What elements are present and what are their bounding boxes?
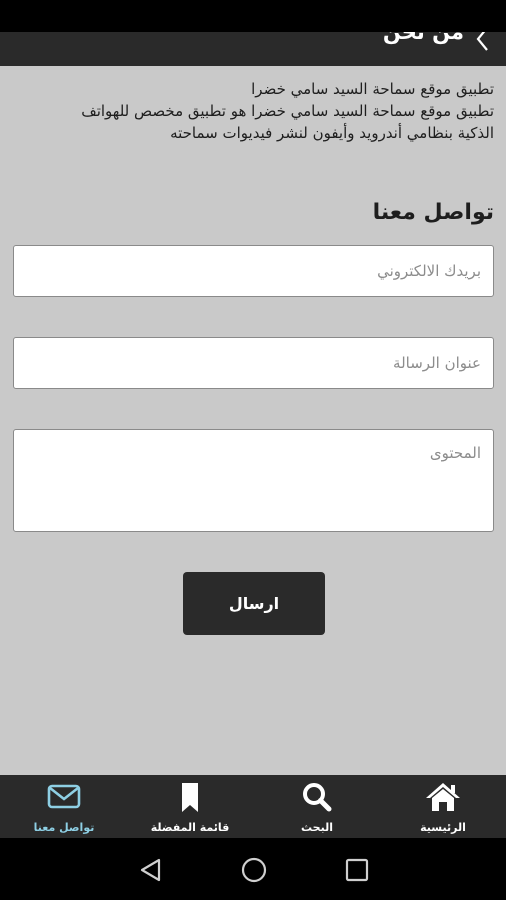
recents-icon[interactable] (343, 856, 371, 884)
nav-label: تواصل معنا (33, 821, 95, 834)
home-circle-icon[interactable] (240, 856, 268, 884)
bottom-nav: الرئيسية البحث قائمة المفضلة تواصل معنا (0, 775, 506, 838)
about-line: تطبيق موقع سماحة السيد سامي خضرا (251, 80, 494, 98)
system-nav-bar (0, 838, 506, 900)
send-button[interactable]: ارسال (183, 572, 325, 635)
status-bar (0, 0, 506, 32)
content-field[interactable] (13, 429, 494, 532)
contact-title: تواصل معنا (372, 200, 494, 225)
mail-icon (47, 784, 81, 809)
nav-item-favorites[interactable]: قائمة المفضلة (130, 775, 250, 838)
about-line: تطبيق موقع سماحة السيد سامي خضرا هو تطبي… (81, 102, 494, 120)
nav-label: الرئيسية (420, 821, 466, 834)
nav-item-search[interactable]: البحث (257, 775, 377, 838)
back-icon[interactable] (137, 856, 165, 884)
nav-label: البحث (301, 821, 333, 834)
home-icon (426, 783, 460, 811)
nav-item-home[interactable]: الرئيسية (383, 775, 503, 838)
page-title: من نحن (382, 32, 464, 44)
about-text: تطبيق موقع سماحة السيد سامي خضرا تطبيق م… (8, 78, 494, 144)
subject-field[interactable] (13, 337, 494, 389)
nav-label: قائمة المفضلة (150, 821, 230, 834)
chevron-left-icon[interactable] (472, 32, 494, 52)
email-field[interactable] (13, 245, 494, 297)
nav-item-contact[interactable]: تواصل معنا (4, 775, 124, 838)
bookmark-icon (182, 783, 198, 812)
search-icon (303, 783, 332, 812)
about-line: الذكية بنظامي أندرويد وأيفون لنشر فيديوا… (170, 124, 494, 142)
app-header: من نحن (0, 32, 506, 66)
